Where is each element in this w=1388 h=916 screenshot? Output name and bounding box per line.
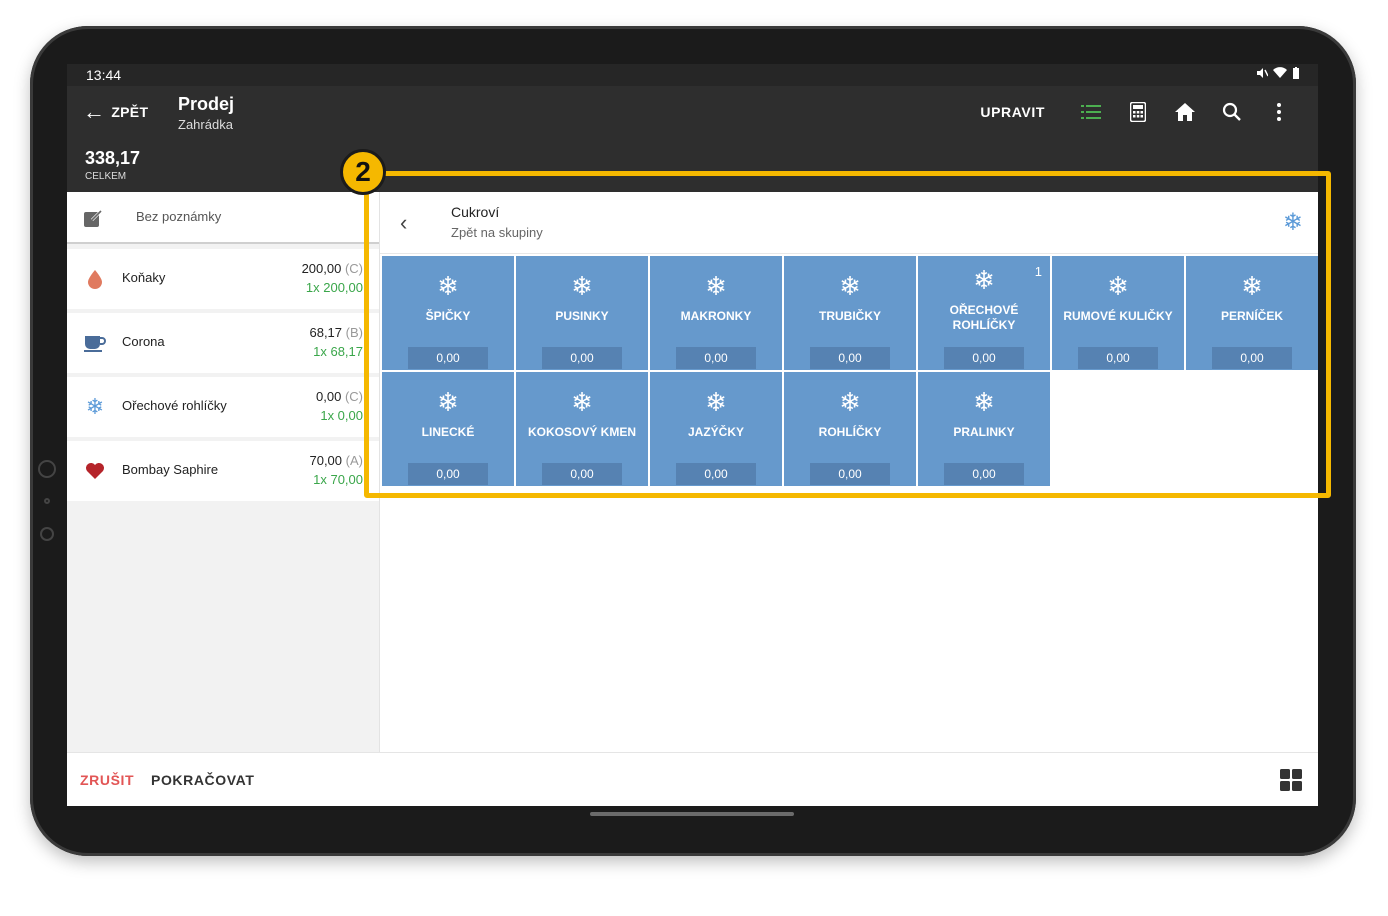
grid-view-icon [1280, 769, 1302, 791]
note-placeholder: Bez poznámky [136, 209, 222, 224]
calculator-button[interactable] [1114, 98, 1161, 126]
item-vat-category: (C) [344, 261, 363, 276]
callout-number: 2 [340, 149, 386, 195]
wifi-icon [1272, 67, 1287, 78]
item-price-value: 200,00 [301, 261, 342, 276]
list-icon [1080, 105, 1101, 119]
item-price: 68,17 (B) [309, 325, 363, 340]
home-button[interactable] [1161, 98, 1208, 126]
camera-dot [44, 498, 50, 504]
item-quantity: 1x 0,00 [320, 408, 363, 423]
item-name: Koňaky [122, 270, 166, 285]
item-price: 70,00 (A) [309, 453, 363, 468]
battery-icon [1293, 67, 1299, 79]
item-name: Ořechové rohlíčky [122, 398, 227, 413]
page-title: Prodej [178, 94, 235, 114]
item-vat-category: (A) [345, 453, 363, 468]
side-button [40, 527, 54, 541]
item-vat-category: (C) [344, 389, 363, 404]
more-vert-icon [1276, 103, 1281, 121]
home-icon [1174, 103, 1195, 121]
arrow-left-icon: ← [83, 99, 106, 124]
item-price: 0,00 (C) [316, 389, 363, 404]
clock: 13:44 [86, 67, 122, 83]
search-button[interactable] [1208, 98, 1255, 126]
calculator-icon [1129, 102, 1146, 122]
home-indicator [590, 812, 794, 816]
more-menu-button[interactable] [1255, 98, 1302, 126]
mug-icon [84, 331, 106, 355]
order-total: 338,17 [85, 148, 141, 168]
continue-button[interactable]: POKRAČOVAT [151, 772, 254, 788]
item-quantity: 1x 68,17 [313, 344, 363, 359]
back-label: ZPĚT [111, 104, 149, 120]
order-total-label: CELKEM [85, 171, 127, 182]
item-vat-category: (B) [345, 325, 363, 340]
drop-icon [84, 267, 106, 291]
snowflake-icon: ❄ [85, 394, 105, 419]
order-note[interactable]: Bez poznámky [67, 192, 379, 244]
edit-note-icon [83, 208, 103, 233]
status-bar: 13:44 [67, 64, 1318, 86]
heart-icon [84, 459, 106, 483]
order-panel: Bez poznámky Koňaky 200,00 (C) 1x 200,00… [67, 192, 379, 752]
cancel-button[interactable]: ZRUŠIT [80, 772, 134, 788]
item-quantity: 1x 200,00 [305, 280, 363, 295]
item-price-value: 0,00 [316, 389, 342, 404]
item-price: 200,00 (C) [302, 261, 363, 276]
mute-icon [1256, 68, 1269, 78]
item-name: Bombay Saphire [122, 462, 219, 477]
item-quantity: 1x 70,00 [313, 472, 363, 487]
side-button [38, 460, 56, 478]
bottom-bar: ZRUŠIT POKRAČOVAT [67, 752, 1318, 806]
callout-highlight [364, 171, 1331, 498]
item-price-value: 70,00 [309, 453, 343, 468]
order-item[interactable]: Corona 68,17 (B) 1x 68,17 [67, 313, 379, 373]
order-item[interactable]: Koňaky 200,00 (C) 1x 200,00 [67, 249, 379, 309]
item-price-value: 68,17 [309, 325, 343, 340]
search-icon [1222, 102, 1241, 121]
back-button[interactable]: ← ZPĚT [83, 99, 149, 124]
item-name: Corona [122, 334, 165, 349]
edit-button[interactable]: UPRAVIT [980, 104, 1045, 120]
toolbar-actions: UPRAVIT [980, 98, 1302, 126]
page-subtitle: Zahrádka [178, 117, 233, 132]
order-item[interactable]: ❄ Ořechové rohlíčky 0,00 (C) 1x 0,00 [67, 377, 379, 437]
order-item[interactable]: Bombay Saphire 70,00 (A) 1x 70,00 [67, 441, 379, 501]
status-icons [1256, 67, 1300, 82]
grid-view-button[interactable] [1280, 769, 1302, 796]
list-view-button[interactable] [1067, 98, 1114, 126]
